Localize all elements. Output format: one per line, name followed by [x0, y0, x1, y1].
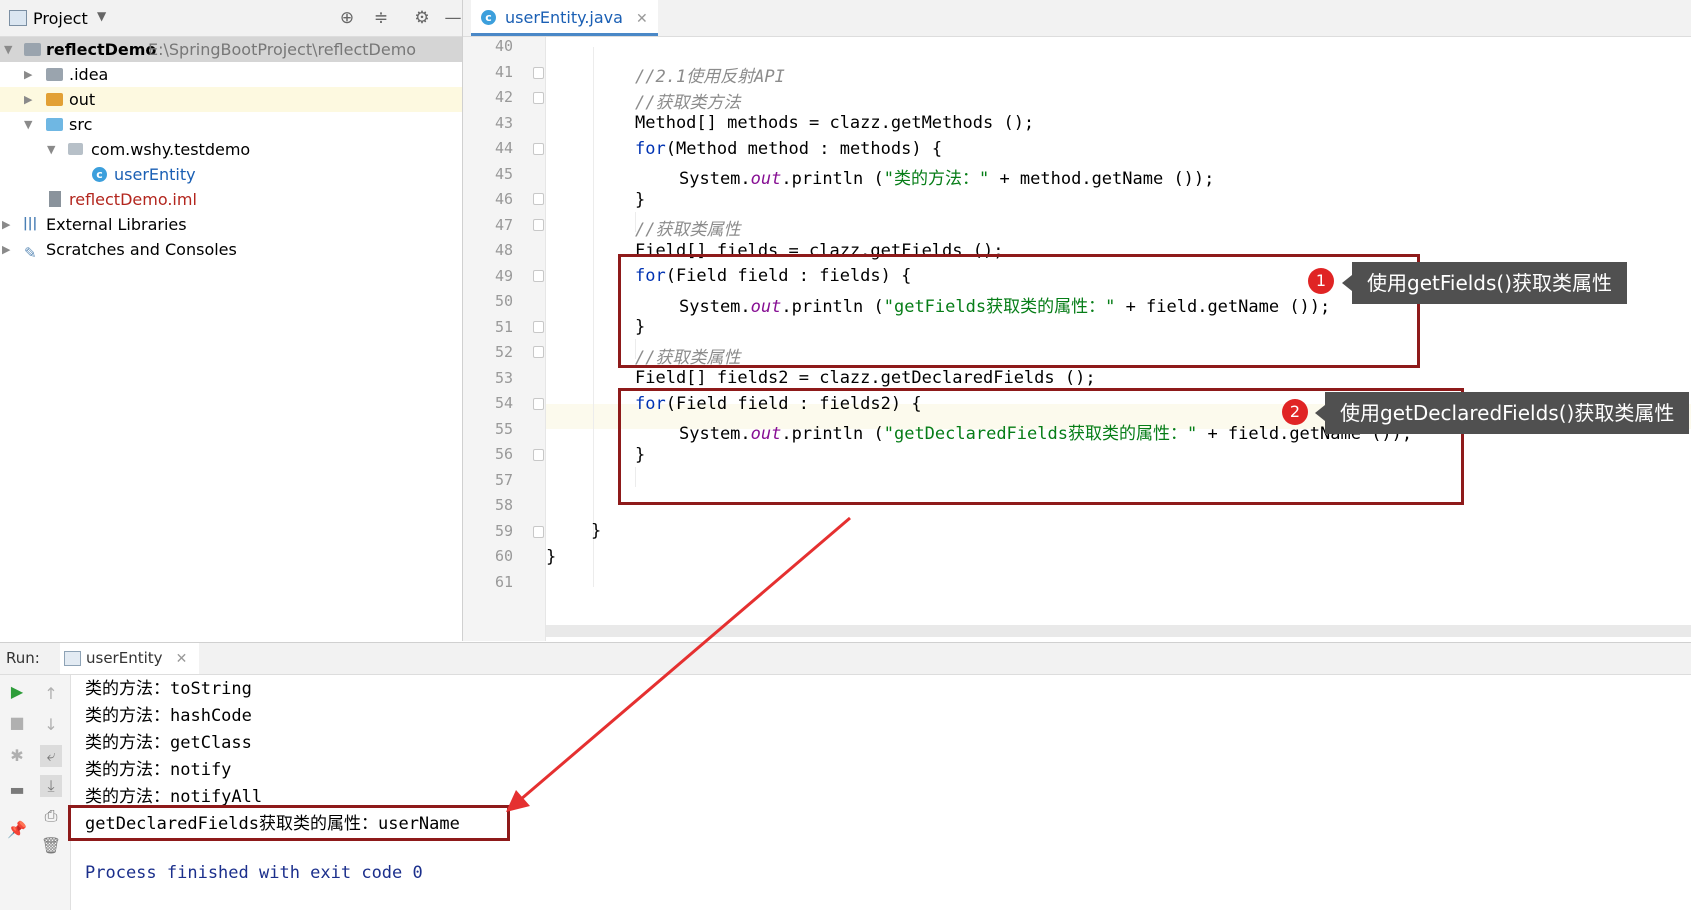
annotation-arrow — [506, 516, 851, 812]
arrow-line — [519, 516, 851, 802]
